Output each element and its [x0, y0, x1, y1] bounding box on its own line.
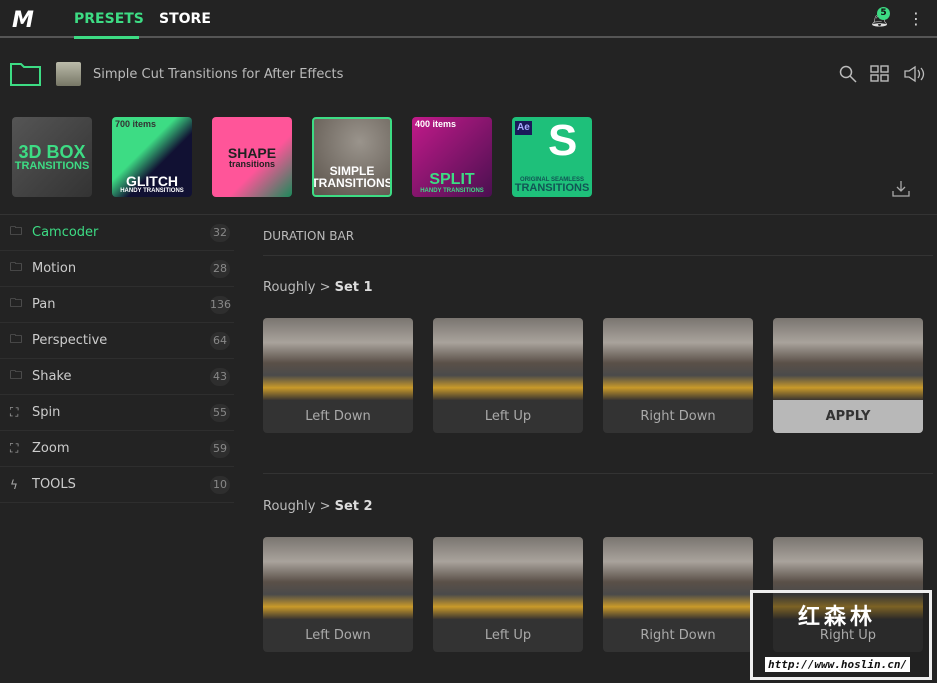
folder-icon: 🗀	[10, 368, 23, 382]
pack-line1: GLITCH	[125, 173, 179, 189]
spin-icon: ⛶	[10, 405, 19, 419]
set-name: Set 1	[334, 280, 373, 295]
lightning-icon: ϟ	[10, 477, 18, 492]
sidebar-item-label: Shake	[32, 369, 72, 384]
pack-line2: transitions	[228, 158, 275, 169]
set2-heading: Roughly > Set 2	[263, 499, 373, 514]
set-prefix: Roughly >	[263, 280, 331, 295]
section-title: DURATION BAR	[263, 229, 355, 243]
pack-split[interactable]: 400 items SPLIT HANDY TRANSITIONS	[412, 117, 492, 197]
active-tab-indicator	[74, 36, 139, 39]
pack-line1: SPLIT	[429, 171, 475, 188]
search-icon[interactable]	[839, 65, 857, 83]
pack-thumbnail	[56, 62, 81, 86]
preset-preview	[263, 537, 413, 619]
preset-card[interactable]: Left Down	[263, 318, 413, 433]
folder-icon: 🗀	[10, 260, 23, 274]
ae-badge: Ae	[515, 121, 532, 135]
pack-line2: TRANSITIONS	[14, 159, 90, 172]
divider	[263, 255, 933, 256]
sidebar-item-motion[interactable]: 🗀 Motion 28	[0, 251, 234, 287]
sidebar-item-perspective[interactable]: 🗀 Perspective 64	[0, 323, 234, 359]
tab-presets[interactable]: PRESETS	[74, 11, 144, 27]
sidebar-item-label: TOOLS	[32, 477, 76, 492]
count-badge: 64	[210, 331, 230, 350]
preset-label: Left Down	[305, 409, 371, 424]
preset-card[interactable]: Right Down	[603, 318, 753, 433]
set1-heading: Roughly > Set 1	[263, 280, 373, 295]
preset-preview	[263, 318, 413, 400]
preset-label: Left Up	[484, 409, 532, 424]
s-logo: S	[548, 117, 578, 165]
folder-icon: 🗀	[10, 332, 23, 346]
preset-label: Right Down	[640, 628, 716, 643]
preset-preview	[603, 537, 753, 619]
app-logo: M	[12, 8, 34, 33]
count-badge: 136	[210, 295, 231, 314]
pack-line1: 3D BOX	[18, 141, 86, 162]
set-prefix: Roughly >	[263, 499, 331, 514]
sidebar-item-tools[interactable]: ϟ TOOLS 10	[0, 467, 234, 503]
count-badge: 59	[210, 439, 230, 458]
zoom-icon: ⛶	[10, 441, 19, 455]
sidebar-item-spin[interactable]: ⛶ Spin 55	[0, 395, 234, 431]
preset-preview	[433, 537, 583, 619]
folder-icon: 🗀	[10, 296, 23, 310]
pack-glitch[interactable]: 700 items GLITCH HANDY TRANSITIONS	[112, 117, 192, 197]
download-icon[interactable]	[892, 180, 910, 197]
pack-count: 700 items	[115, 119, 157, 129]
count-badge: 32	[210, 223, 230, 242]
divider	[263, 473, 933, 474]
preset-preview	[773, 318, 923, 400]
preset-label: Left Down	[305, 628, 371, 643]
preset-card[interactable]: Left Up	[433, 537, 583, 652]
folder-icon[interactable]	[10, 62, 42, 86]
more-menu-icon[interactable]: ⋮	[908, 9, 924, 28]
preset-label: Right Up	[819, 628, 877, 643]
sidebar-item-label: Spin	[32, 405, 61, 420]
count-badge: 43	[210, 367, 230, 386]
count-badge: 10	[210, 475, 230, 494]
preset-card[interactable]: Left Down	[263, 537, 413, 652]
sidebar-item-label: Camcoder	[32, 225, 99, 240]
sidebar-item-label: Perspective	[32, 333, 108, 348]
pack-simple-selected[interactable]: SIMPLE TRANSITIONS	[312, 117, 392, 197]
sidebar-item-label: Pan	[32, 297, 56, 312]
sidebar-item-label: Zoom	[32, 441, 70, 456]
pack-3d-box[interactable]: 3D BOX TRANSITIONS	[12, 117, 92, 197]
preset-label: Left Up	[484, 628, 532, 643]
pack-shape[interactable]: SHAPE transitions	[212, 117, 292, 197]
pack-line2: TRANSITIONS	[312, 176, 392, 190]
folder-icon: 🗀	[10, 224, 23, 238]
pack-seamless[interactable]: Ae S ORIGINAL SEAMLESS TRANSITIONS	[512, 117, 592, 197]
preset-card[interactable]: Left Up	[433, 318, 583, 433]
pack-title: Simple Cut Transitions for After Effects	[93, 67, 344, 82]
sidebar-item-camcoder[interactable]: 🗀 Camcoder 32	[0, 215, 234, 251]
grid-view-icon[interactable]	[870, 65, 890, 83]
pack-count: 400 items	[415, 119, 457, 129]
pack-line2: TRANSITIONS	[514, 182, 590, 194]
pack-line2: HANDY TRANSITIONS	[120, 188, 184, 194]
watermark-url: http://www.hoslin.cn/	[765, 657, 911, 672]
preset-card-hover[interactable]: APPLY	[773, 318, 923, 433]
pack-line2: HANDY TRANSITIONS	[420, 188, 484, 194]
sidebar-item-zoom[interactable]: ⛶ Zoom 59	[0, 431, 234, 467]
preset-preview	[603, 318, 753, 400]
pack-line1: SHAPE	[227, 144, 277, 161]
tab-store[interactable]: STORE	[159, 11, 211, 27]
count-badge: 28	[210, 259, 230, 278]
preset-label: Right Down	[640, 409, 716, 424]
sidebar-item-label: Motion	[32, 261, 77, 276]
notification-badge: 5	[877, 7, 890, 20]
preset-preview	[433, 318, 583, 400]
set-name: Set 2	[334, 499, 373, 514]
count-badge: 55	[210, 403, 230, 422]
apply-button[interactable]: APPLY	[773, 400, 923, 433]
preset-card[interactable]: Right Down	[603, 537, 753, 652]
volume-icon[interactable]	[903, 65, 925, 83]
sidebar-item-shake[interactable]: 🗀 Shake 43	[0, 359, 234, 395]
sidebar-item-pan[interactable]: 🗀 Pan 136	[0, 287, 234, 323]
